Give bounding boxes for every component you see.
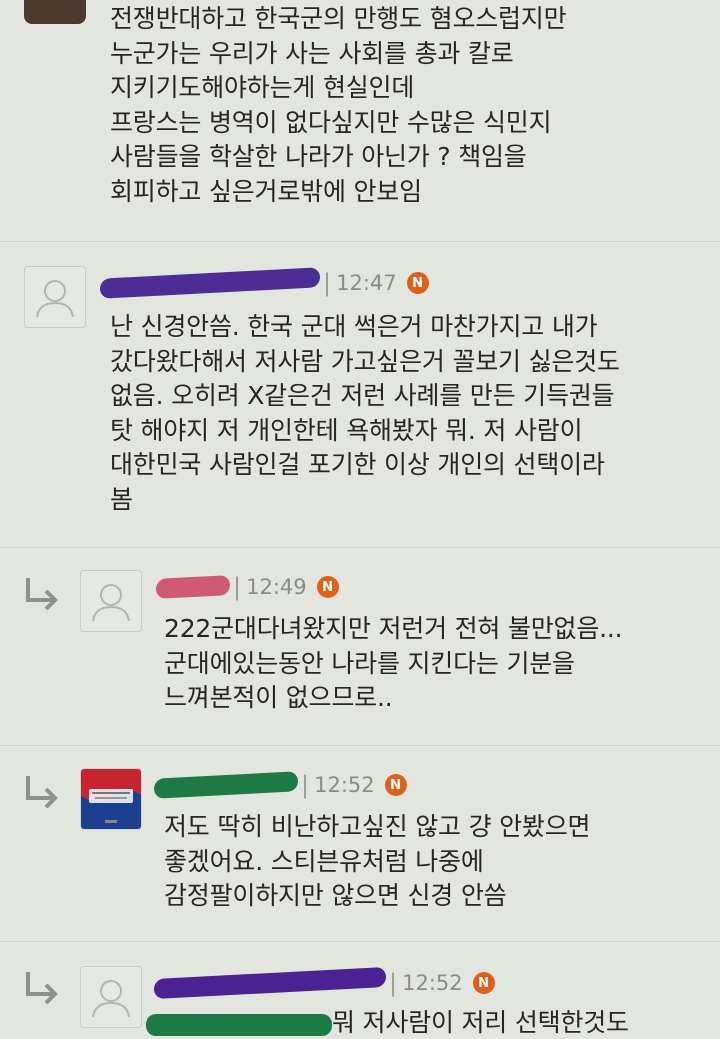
reply-arrow-icon	[26, 972, 58, 1004]
reply-item: | 12:52 N 뭐 저사람이 저리 선택한것도	[0, 942, 720, 1039]
comment-body: 전쟁반대하고 한국군의 만행도 혐오스럽지만 누군가는 우리가 사는 사회를 총…	[110, 2, 567, 209]
comment-line: 난 신경안씀. 한국 군대 썩은거 마찬가지고 내가	[110, 312, 598, 341]
avatar[interactable]	[80, 570, 142, 632]
comment-body: 난 신경안씀. 한국 군대 썩은거 마찬가지고 내가 갔다왔다해서 저사람 가고…	[110, 310, 620, 517]
reply-item: | 12:52 N 저도 딱히 비난하고싶진 않고 걍 안봤으면 좋겠어요. 스…	[0, 746, 720, 942]
comment-line: 누군가는 우리가 사는 사회를 총과 칼로	[110, 38, 514, 68]
redacted-text-block	[146, 1014, 332, 1036]
comment-time: 12:47	[336, 271, 397, 295]
comment-item: 전쟁반대하고 한국군의 만행도 혐오스럽지만 누군가는 우리가 사는 사회를 총…	[0, 0, 720, 242]
comment-time: 12:52	[314, 773, 375, 797]
comment-body: 뭐 저사람이 저리 선택한것도	[332, 1006, 629, 1039]
comment-body: 222군대다녀왔지만 저런거 전혀 불만없음... 군대에있는동안 나라를 지킨…	[164, 612, 623, 716]
comment-line: 느껴본적이 없으므로..	[164, 683, 393, 712]
reply-arrow-icon	[26, 578, 58, 610]
comment-line: 대한민국 사람인걸 포기한 이상 개인의 선택이라	[110, 450, 605, 479]
default-avatar-icon	[92, 584, 130, 622]
comment-line: 지키기도해야하는게 현실인데	[110, 73, 415, 102]
separator: |	[301, 771, 310, 799]
avatar[interactable]	[24, 0, 86, 24]
reply-item: | 12:49 N 222군대다녀왔지만 저런거 전혀 불만없음... 군대에있…	[0, 548, 720, 746]
comment-time: 12:49	[246, 575, 307, 599]
reply-arrow-icon	[26, 776, 58, 808]
redacted-username[interactable]	[156, 575, 230, 599]
avatar[interactable]	[80, 966, 142, 1028]
default-avatar-icon	[36, 280, 74, 318]
comment-line: 없음. 오히려 X같은건 저런 사례를 만든 기득권들	[110, 381, 615, 410]
redacted-username[interactable]	[100, 267, 320, 299]
comment-line: 감정팔이하지만 않으면 신경 안씀	[164, 881, 507, 910]
comment-meta: | 12:47 N	[100, 267, 429, 299]
new-badge: N	[384, 774, 407, 796]
avatar[interactable]	[80, 768, 142, 830]
comment-line: 봄	[110, 484, 133, 514]
comment-line: 좋겠어요. 스티븐유처럼 나중에	[164, 846, 484, 876]
redacted-username[interactable]	[154, 966, 386, 1000]
new-badge: N	[472, 972, 495, 994]
comment-line: 전쟁반대하고 한국군의 만행도 혐오스럽지만	[110, 4, 567, 33]
default-avatar-icon	[92, 980, 130, 1018]
new-badge: N	[406, 272, 429, 294]
comment-meta: | 12:49 N	[156, 572, 339, 602]
comment-line: 뭐 저사람이 저리 선택한것도	[332, 1008, 629, 1037]
comment-item: | 12:47 N 난 신경안씀. 한국 군대 썩은거 마찬가지고 내가 갔다왔…	[0, 242, 720, 548]
comment-line: 사람들을 학살한 나라가 아닌가 ? 책임을	[110, 142, 527, 171]
comment-line: 저도 딱히 비난하고싶진 않고 걍 안봤으면	[164, 812, 591, 841]
avatar[interactable]	[24, 266, 86, 328]
comment-line: 프랑스는 병역이 없다싶지만 수많은 식민지	[110, 107, 552, 137]
comment-meta: | 12:52 N	[154, 770, 407, 800]
comment-line: 회피하고 싶은거로밖에 안보임	[110, 176, 422, 206]
comment-line: 222군대다녀왔지만 저런거 전혀 불만없음...	[164, 614, 623, 643]
separator: |	[389, 969, 398, 997]
redacted-username[interactable]	[154, 771, 298, 799]
comment-line: 갔다왔다해서 저사람 가고싶은거 꼴보기 싫은것도	[110, 346, 620, 376]
comment-line: 탓 해야지 저 개인한테 욕해봤자 뭐. 저 사람이	[110, 415, 583, 445]
new-badge: N	[316, 576, 339, 598]
taegeuk-logo-icon	[81, 769, 141, 829]
comment-line: 군대에있는동안 나라를 지킨다는 기분을	[164, 648, 575, 678]
separator: |	[323, 269, 332, 297]
comment-time: 12:52	[402, 971, 463, 995]
comment-body: 저도 딱히 비난하고싶진 않고 걍 안봤으면 좋겠어요. 스티븐유처럼 나중에 …	[164, 810, 591, 914]
separator: |	[233, 573, 242, 601]
comment-meta: | 12:52 N	[154, 966, 495, 1000]
